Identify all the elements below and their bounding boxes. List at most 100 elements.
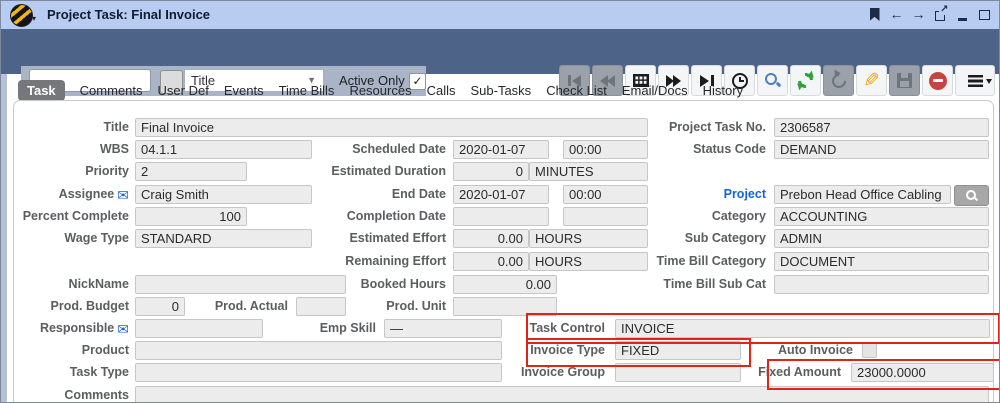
- product-field[interactable]: [135, 341, 502, 360]
- title-label: Title: [9, 120, 129, 135]
- responsible-label: Responsible✉: [9, 321, 129, 336]
- search-icon: [764, 72, 781, 89]
- tab-bar: Task Comments User Def Events Time Bills Reso…: [18, 79, 743, 101]
- invoice-type-field[interactable]: FIXED: [615, 341, 741, 360]
- navigate-forward-icon[interactable]: [911, 7, 926, 22]
- scheduled-date-field[interactable]: 2020-01-07: [453, 140, 549, 159]
- invoice-group-field[interactable]: [615, 363, 741, 382]
- fixed-amount-field[interactable]: 23000.0000: [851, 363, 994, 382]
- email-icon[interactable]: ✉: [117, 189, 129, 201]
- remaining-effort-field[interactable]: 0.00: [453, 252, 529, 271]
- scheduled-time-field[interactable]: 00:00: [563, 140, 648, 159]
- tab-sub-tasks[interactable]: Sub-Tasks: [470, 83, 531, 98]
- emp-skill-field[interactable]: —: [384, 319, 502, 338]
- pencil-icon: [863, 71, 880, 91]
- project-task-no-field[interactable]: 2306587: [774, 118, 989, 137]
- task-type-field[interactable]: [135, 363, 502, 382]
- auto-invoice-checkbox[interactable]: [862, 343, 877, 358]
- wbs-label: WBS: [9, 142, 129, 157]
- tab-email-docs[interactable]: Email/Docs: [622, 83, 688, 98]
- auto-invoice-label: Auto Invoice: [759, 343, 853, 358]
- remaining-effort-label: Remaining Effort: [321, 254, 446, 269]
- bookmark-glyph: [870, 8, 880, 21]
- tab-comments[interactable]: Comments: [80, 83, 143, 98]
- prod-actual-label: Prod. Actual: [201, 299, 288, 314]
- tab-calls[interactable]: Calls: [427, 83, 456, 98]
- minimize-icon[interactable]: [955, 7, 970, 22]
- tab-user-def[interactable]: User Def: [158, 83, 209, 98]
- project-field[interactable]: Prebon Head Office Cabling: [774, 185, 951, 204]
- menu-button[interactable]: [955, 65, 995, 96]
- assignee-field[interactable]: Craig Smith: [135, 185, 312, 204]
- save-button: [889, 65, 920, 96]
- wage-type-field[interactable]: STANDARD: [135, 229, 312, 248]
- completion-date-label: Completion Date: [321, 209, 446, 224]
- window-left-edge: [1, 74, 7, 402]
- responsible-field[interactable]: [135, 319, 263, 338]
- estimated-effort-unit-field[interactable]: HOURS: [529, 229, 648, 248]
- priority-field[interactable]: 2: [135, 162, 247, 181]
- app-menu-caret-icon[interactable]: ▾: [32, 14, 36, 23]
- titlebar: ▾ Project Task: Final Invoice: [1, 1, 1000, 29]
- edit-button[interactable]: [856, 65, 887, 96]
- tab-task[interactable]: Task: [18, 80, 65, 101]
- time-bill-category-field[interactable]: DOCUMENT: [774, 252, 989, 271]
- nickname-field[interactable]: [135, 275, 346, 294]
- end-date-label: End Date: [321, 187, 446, 202]
- comments-label: Comments: [9, 388, 129, 403]
- time-bill-sub-cat-field[interactable]: [774, 275, 989, 294]
- email-icon[interactable]: ✉: [117, 323, 129, 335]
- nickname-label: NickName: [9, 277, 129, 292]
- time-bill-sub-cat-label: Time Bill Sub Cat: [639, 277, 766, 292]
- prod-budget-field[interactable]: 0: [135, 297, 185, 316]
- end-time-field[interactable]: 00:00: [563, 185, 648, 204]
- save-icon: [897, 73, 912, 88]
- tab-check-list[interactable]: Check List: [546, 83, 607, 98]
- percent-complete-label: Percent Complete: [9, 209, 129, 224]
- delete-button[interactable]: [922, 65, 953, 96]
- refresh-button[interactable]: [790, 65, 821, 96]
- task-type-label: Task Type: [9, 365, 129, 380]
- undo-icon: [829, 71, 849, 91]
- estimated-effort-label: Estimated Effort: [321, 231, 446, 246]
- completion-time-field[interactable]: [563, 207, 648, 226]
- end-date-field[interactable]: 2020-01-07: [453, 185, 549, 204]
- open-in-window-icon[interactable]: [933, 7, 948, 22]
- booked-hours-field[interactable]: 0.00: [453, 275, 557, 294]
- title-field[interactable]: Final Invoice: [135, 118, 648, 137]
- prod-budget-label: Prod. Budget: [9, 299, 129, 314]
- tab-history[interactable]: History: [703, 83, 743, 98]
- category-field[interactable]: ACCOUNTING: [774, 207, 989, 226]
- estimated-duration-label: Estimated Duration: [321, 164, 446, 179]
- prod-unit-field[interactable]: [453, 297, 557, 316]
- search-button[interactable]: [757, 65, 788, 96]
- tab-resources[interactable]: Resources: [349, 83, 411, 98]
- sub-category-label: Sub Category: [639, 231, 766, 246]
- navigate-back-icon[interactable]: [889, 7, 904, 22]
- emp-skill-label: Emp Skill: [301, 321, 376, 336]
- estimated-duration-field[interactable]: 0: [453, 162, 529, 181]
- tab-time-bills[interactable]: Time Bills: [279, 83, 335, 98]
- completion-date-field[interactable]: [453, 207, 549, 226]
- status-code-label: Status Code: [639, 142, 766, 157]
- priority-label: Priority: [9, 164, 129, 179]
- percent-complete-field[interactable]: 100: [135, 207, 247, 226]
- project-task-no-label: Project Task No.: [639, 120, 766, 135]
- project-lookup-button[interactable]: [954, 185, 989, 206]
- task-control-field[interactable]: INVOICE: [615, 319, 990, 338]
- tab-events[interactable]: Events: [224, 83, 264, 98]
- estimated-duration-unit-field[interactable]: MINUTES: [529, 162, 648, 181]
- category-label: Category: [639, 209, 766, 224]
- app-logo-icon[interactable]: [10, 4, 33, 27]
- bookmark-icon[interactable]: [867, 7, 882, 22]
- remaining-effort-unit-field[interactable]: HOURS: [529, 252, 648, 271]
- search-icon: [965, 189, 978, 202]
- estimated-effort-field[interactable]: 0.00: [453, 229, 529, 248]
- project-label[interactable]: Project: [639, 187, 766, 202]
- status-code-field[interactable]: DEMAND: [774, 140, 989, 159]
- booked-hours-label: Booked Hours: [321, 277, 446, 292]
- sub-category-field[interactable]: ADMIN: [774, 229, 989, 248]
- wbs-field[interactable]: 04.1.1: [135, 140, 312, 159]
- comments-field[interactable]: [135, 386, 989, 403]
- maximize-icon[interactable]: [977, 7, 992, 22]
